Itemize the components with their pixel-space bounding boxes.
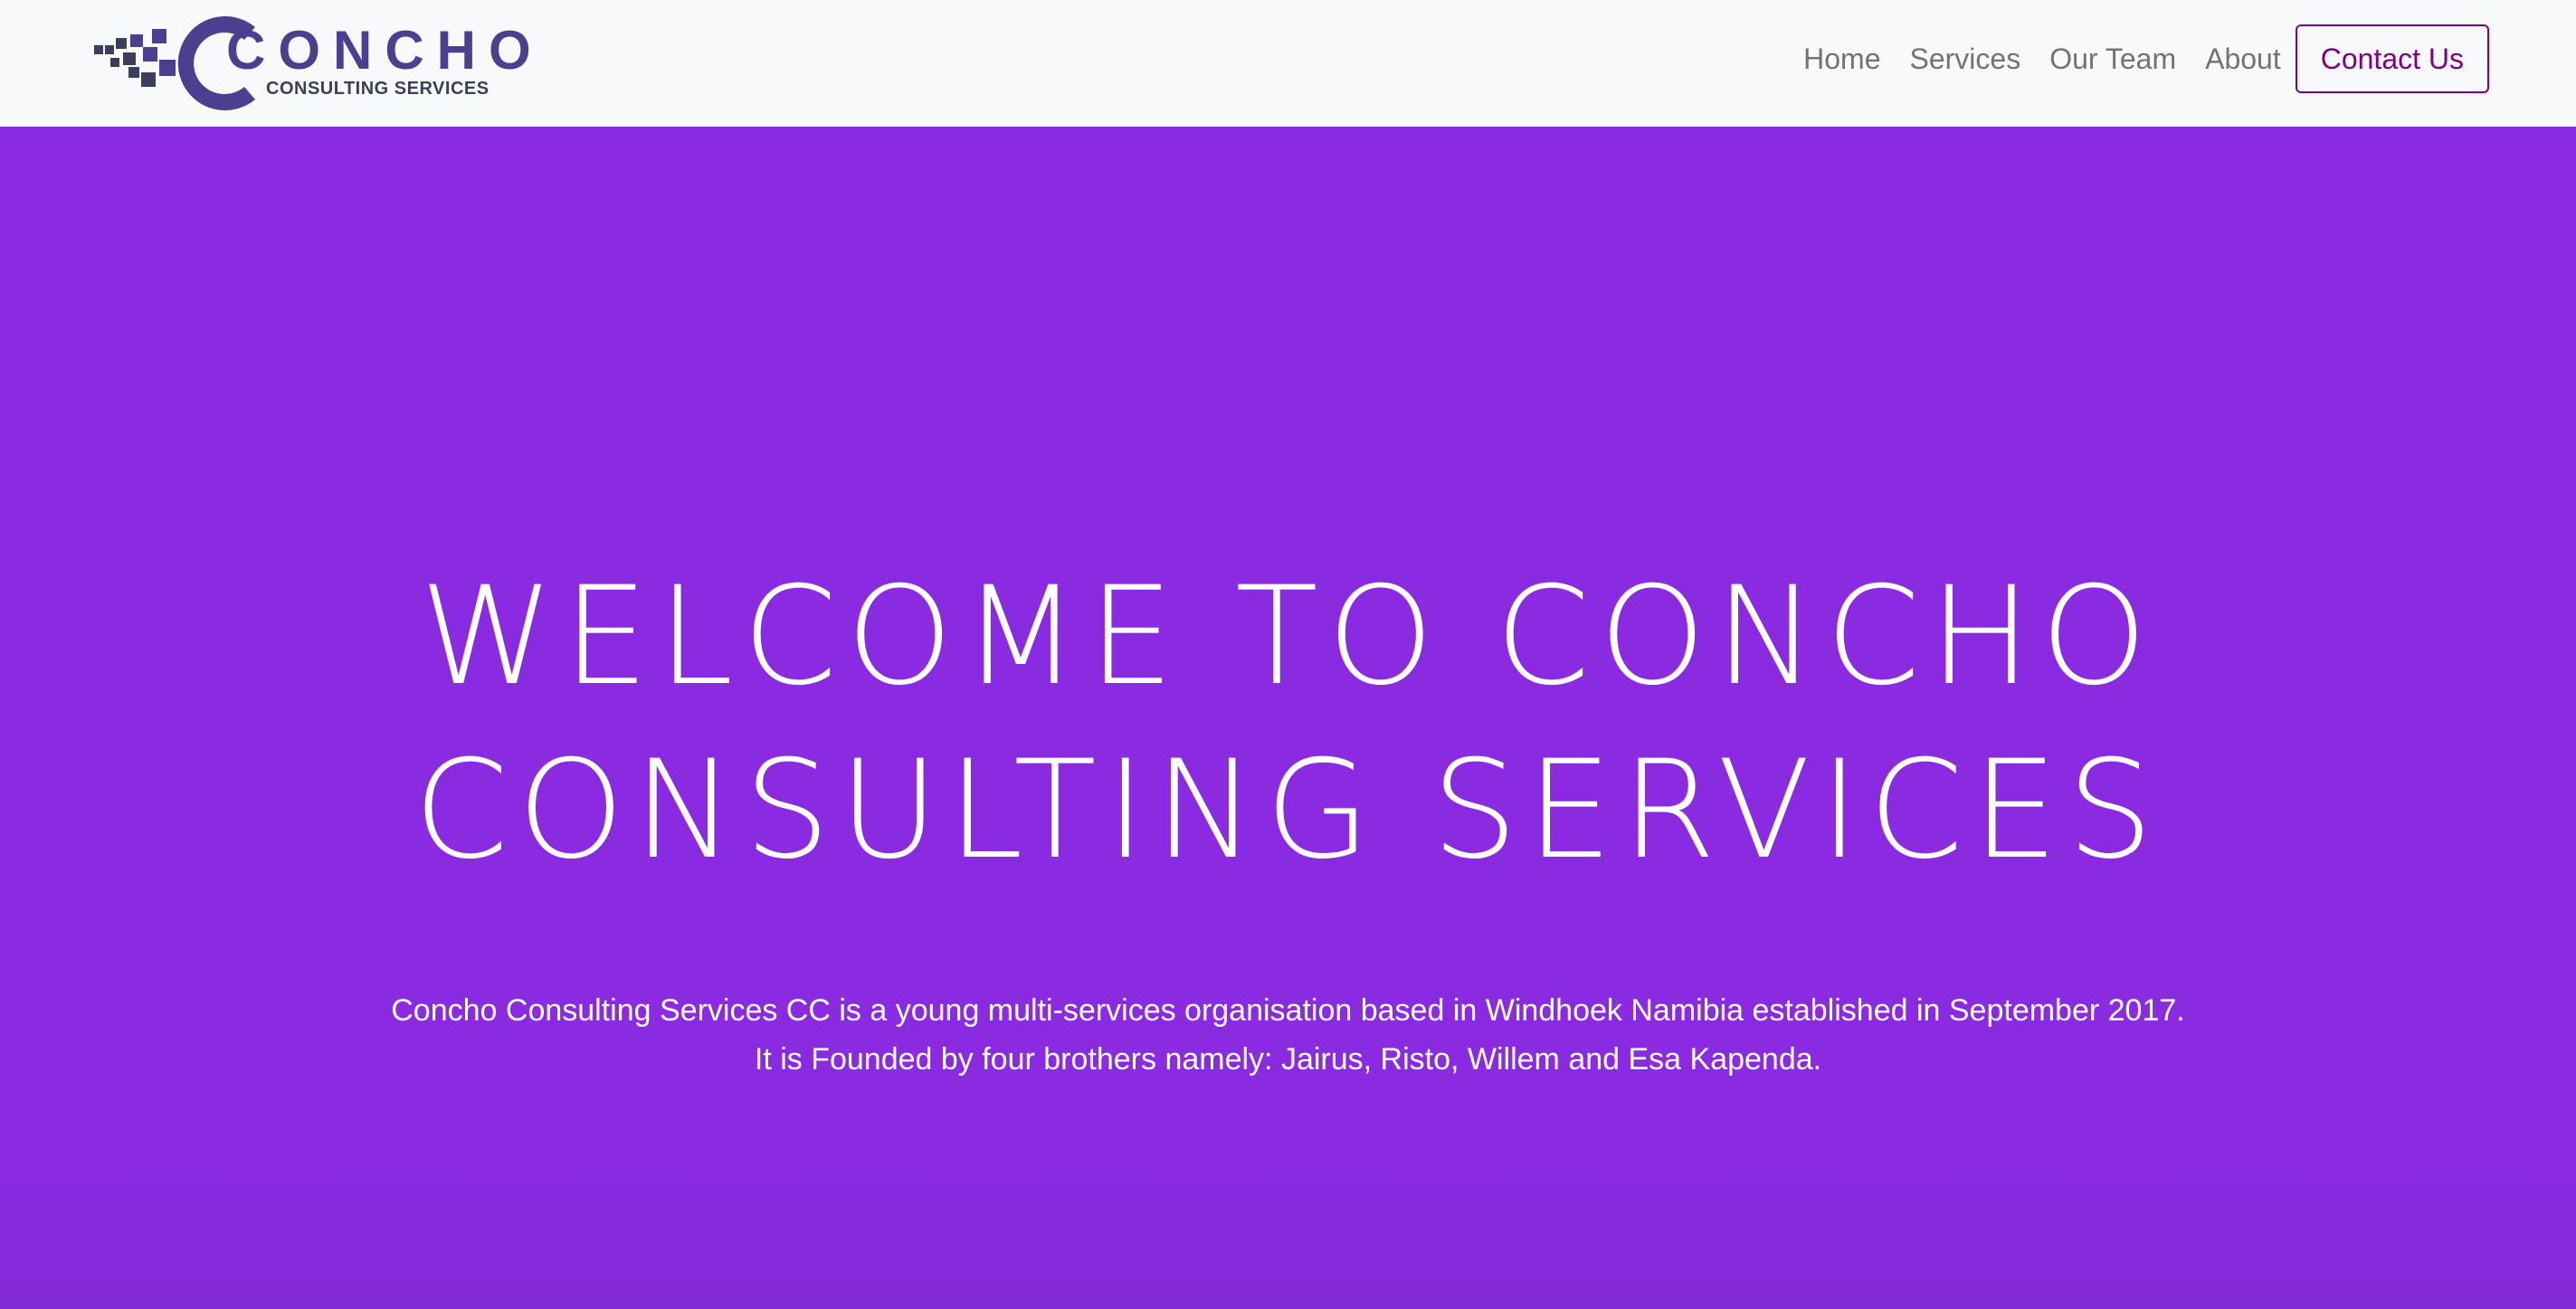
hero-description: Concho Consulting Services CC is a young… bbox=[0, 986, 2576, 1084]
nav-link-services[interactable]: Services bbox=[1909, 43, 2020, 76]
hero-description-line-2: It is Founded by four brothers namely: J… bbox=[754, 1042, 1822, 1077]
brand-name: CONCHO bbox=[226, 20, 544, 81]
brand-tagline: CONSULTING SERVICES bbox=[266, 79, 490, 99]
brand-logo[interactable]: CONCHO CONSULTING SERVICES bbox=[92, 11, 531, 116]
nav-link-about[interactable]: About bbox=[2205, 43, 2281, 76]
nav-link-our-team[interactable]: Our Team bbox=[2049, 43, 2176, 76]
hero-section: WELCOME TO CONCHO CONSULTING SERVICES Co… bbox=[0, 127, 2576, 1309]
contact-us-button[interactable]: Contact Us bbox=[2295, 24, 2489, 93]
hero-description-line-1: Concho Consulting Services CC is a young… bbox=[391, 993, 2185, 1028]
navbar: CONCHO CONSULTING SERVICES Home Services… bbox=[0, 0, 2576, 127]
nav-link-home[interactable]: Home bbox=[1803, 43, 1880, 76]
main-nav: Home Services Our Team About Contact Us bbox=[1803, 24, 2489, 93]
hero-title-line-2: CONSULTING SERVICES bbox=[413, 732, 2163, 889]
hero-title-line-1: WELCOME TO CONCHO bbox=[419, 558, 2157, 716]
hero-title: WELCOME TO CONCHO CONSULTING SERVICES bbox=[0, 550, 2576, 897]
